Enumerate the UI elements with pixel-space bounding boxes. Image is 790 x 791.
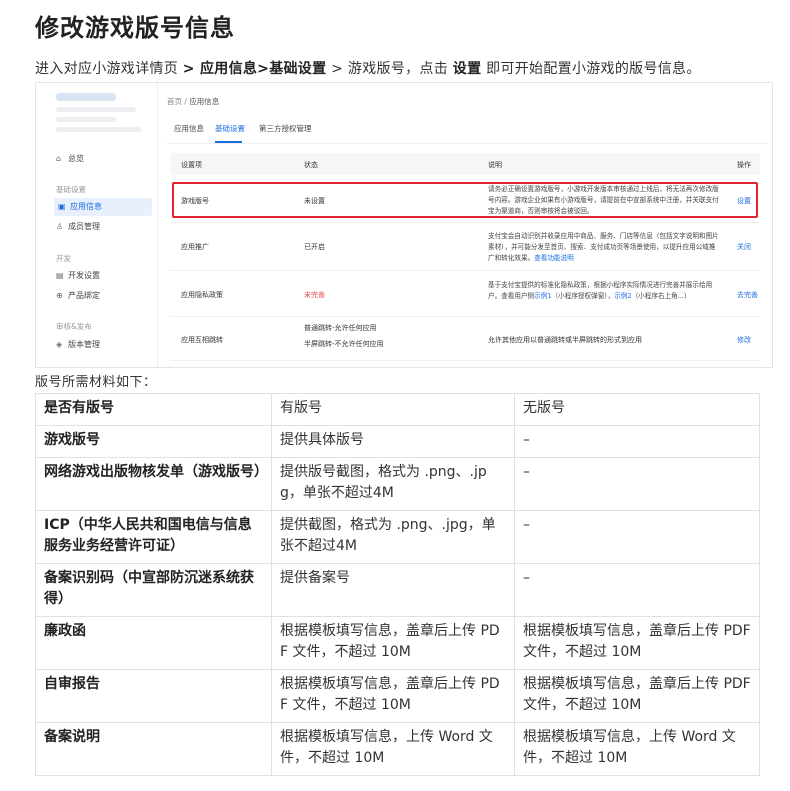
link-icon: ⊕ — [56, 291, 63, 300]
header-cell: 无版号 — [514, 393, 760, 426]
sidebar-item-app-info[interactable]: ▣ 应用信息 — [54, 198, 152, 216]
app-name-blur — [56, 93, 116, 101]
sidebar-item-product-bind[interactable]: ⊕ 产品绑定 — [56, 287, 100, 305]
table-row: 廉政函 根据模板填写信息，盖章后上传 PDF 文件，不超过 10M 根据模板填写… — [35, 616, 760, 670]
example2-link[interactable]: 示例2 — [614, 292, 631, 300]
sidebar-item-version[interactable]: ◈ 版本管理 — [56, 336, 100, 354]
app-meta-blur — [56, 117, 116, 122]
feature-doc-link[interactable]: 查看功能说明 — [534, 254, 574, 262]
materials-table: 是否有版号 有版号 无版号 游戏版号 提供具体版号 – 网络游戏出版物核发单（游… — [35, 393, 760, 776]
members-icon: ♙ — [56, 222, 64, 231]
layers-icon: ◈ — [56, 340, 63, 349]
column-header: 状态 — [304, 161, 318, 169]
column-header: 说明 — [488, 161, 502, 169]
sidebar-item-home[interactable]: ⌂ 总览 — [56, 150, 84, 168]
page-title: 修改游戏版号信息 — [35, 14, 235, 42]
header-cell: 有版号 — [271, 393, 515, 426]
tab-app-info[interactable]: 应用信息 — [174, 123, 204, 134]
materials-title: 版号所需材料如下： — [35, 375, 157, 390]
table-row: 应用推广 已开启 支付宝会自动识别并收录应用中商品、服务、门店等信息（包括文字说… — [170, 223, 760, 271]
complete-privacy-button[interactable]: 去完善 — [737, 290, 758, 300]
column-header: 操作 — [737, 161, 751, 169]
intro-mid: > 游戏版号，点击 — [326, 61, 453, 77]
table-row: 应用隐私政策 未完善 基于支付宝提供的标准化隐私政策，根据小程序实际情况进行完善… — [170, 271, 760, 317]
dev-settings-icon: ▤ — [56, 271, 64, 280]
intro-action: 设置 — [452, 61, 482, 77]
table-row: ICP（中华人民共和国电信与信息服务业务经营许可证） 提供截图，格式为 .png… — [35, 510, 760, 564]
sidebar-group-dev: 开发 — [56, 254, 71, 263]
table-row: 游戏版号 提供具体版号 – — [35, 425, 760, 458]
table-row: 自审报告 根据模板填写信息，盖章后上传 PDF 文件，不超过 10M 根据模板填… — [35, 669, 760, 723]
modify-jump-button[interactable]: 修改 — [737, 335, 751, 345]
sidebar-item-members[interactable]: ♙ 成员管理 — [56, 218, 100, 236]
column-header: 设置项 — [181, 161, 202, 169]
breadcrumb-home[interactable]: 首页 — [167, 97, 182, 106]
disable-promotion-button[interactable]: 关闭 — [737, 242, 751, 252]
intro-path: 应用信息>基础设置 — [199, 61, 327, 77]
table-row: 应用互相跳转 普通跳转-允许任何应用 半屏跳转-不允许任何应用 允许其他应用以普… — [170, 317, 760, 361]
sidebar-group-basic: 基础设置 — [56, 185, 86, 194]
table-header-row: 是否有版号 有版号 无版号 — [35, 393, 760, 426]
tab-basic-settings[interactable]: 基础设置 — [215, 123, 245, 134]
intro-paragraph: 进入对应小游戏详情页 > 应用信息>基础设置 > 游戏版号，点击 设置 即可开始… — [35, 58, 701, 78]
intro-suffix: 即可开始配置小游戏的版号信息。 — [481, 61, 701, 77]
table-row: 备案说明 根据模板填写信息，上传 Word 文件，不超过 10M 根据模板填写信… — [35, 722, 760, 776]
app-meta-blur — [56, 127, 141, 132]
app-info-icon: ▣ — [58, 202, 66, 211]
sidebar: ⌂ 总览 基础设置 ▣ 应用信息 ♙ 成员管理 开发 ▤ 开发设置 ⊕ 产品绑定 审核&发… — [36, 83, 158, 367]
console-screenshot: ⌂ 总览 基础设置 ▣ 应用信息 ♙ 成员管理 开发 ▤ 开发设置 ⊕ 产品绑定 审核&发… — [35, 82, 773, 368]
tab-third-party-auth[interactable]: 第三方授权管理 — [259, 123, 312, 134]
highlight-box — [172, 182, 758, 218]
sidebar-item-dev-settings[interactable]: ▤ 开发设置 — [56, 267, 100, 285]
settings-table-header: 设置项 状态 说明 操作 — [170, 153, 760, 175]
example1-link[interactable]: 示例1 — [534, 292, 551, 300]
sidebar-group-review: 审核&发布 — [56, 322, 92, 331]
intro-prefix: 进入对应小游戏详情页 — [35, 61, 183, 77]
header-cell: 是否有版号 — [35, 393, 272, 426]
tab-divider — [167, 143, 767, 144]
breadcrumb: 首页 / 应用信息 — [167, 97, 220, 106]
intro-arrow: > — [182, 61, 200, 77]
app-id-blur — [56, 107, 136, 112]
table-row: 备案识别码（中宣部防沉迷系统获得） 提供备案号 – — [35, 563, 760, 617]
breadcrumb-current: 应用信息 — [189, 97, 220, 106]
table-row: 网络游戏出版物核发单（游戏版号） 提供版号截图，格式为 .png、.jpg，单张… — [35, 457, 760, 511]
home-icon: ⌂ — [56, 154, 62, 163]
